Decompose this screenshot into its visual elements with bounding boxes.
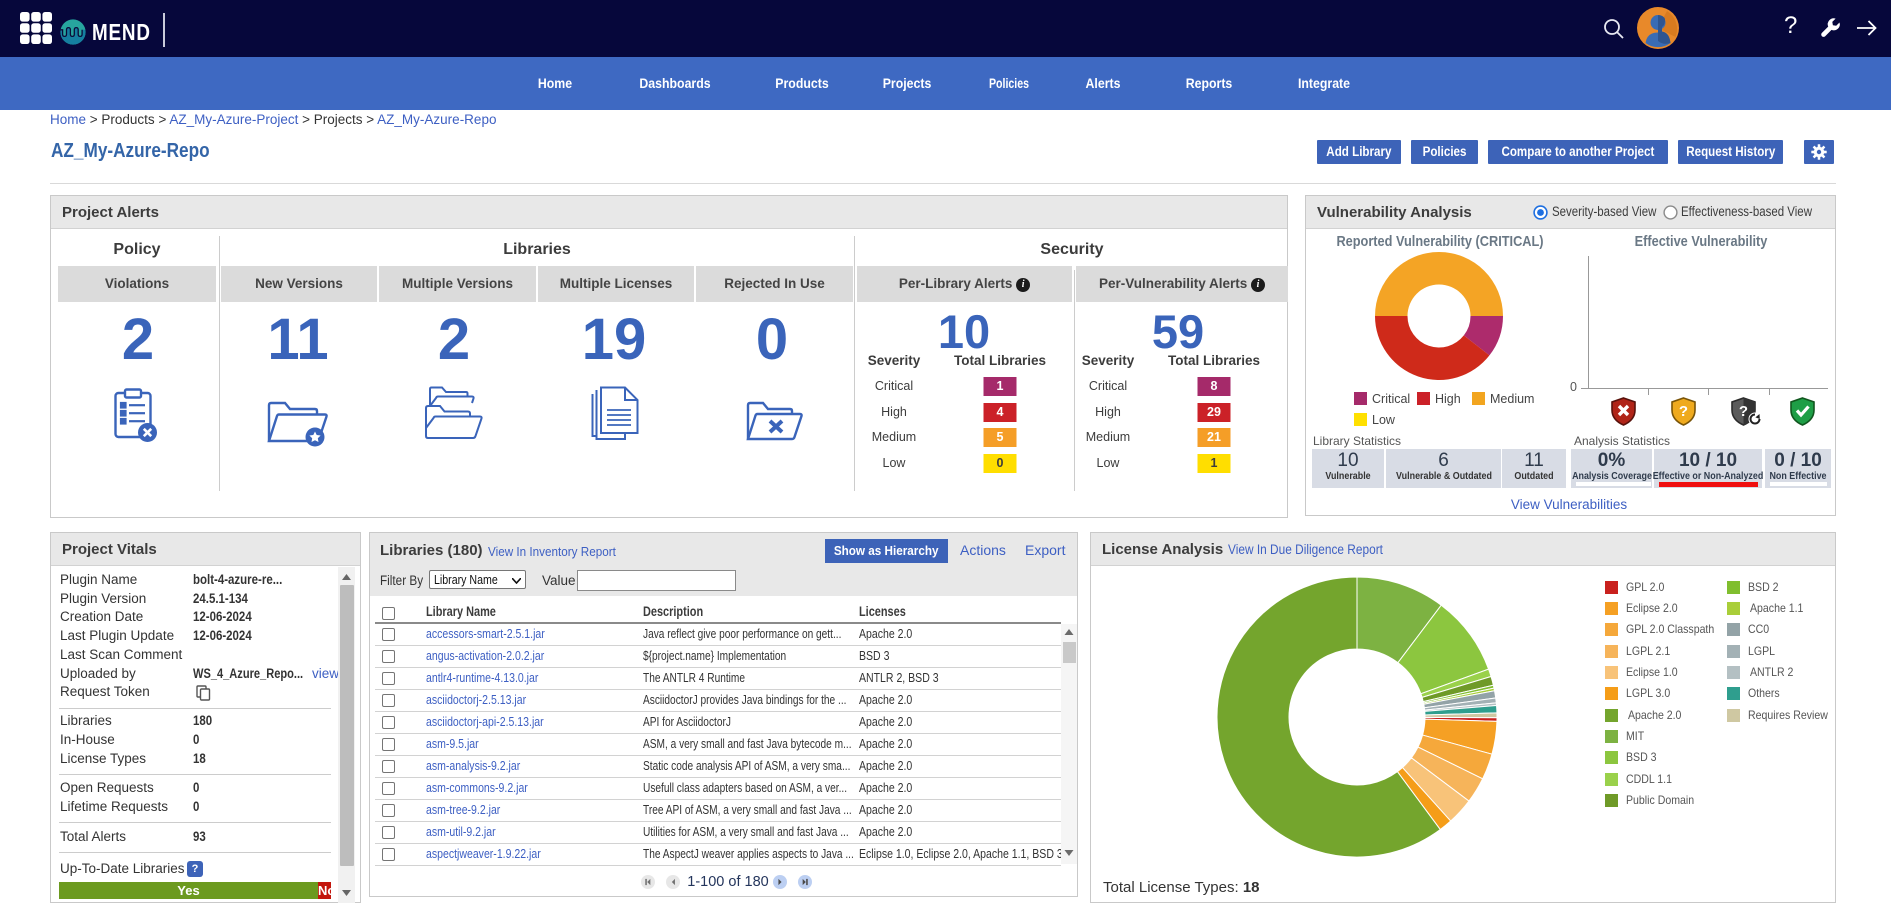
svg-text:?: ? [1739, 403, 1748, 420]
svg-text:?: ? [1679, 403, 1688, 420]
